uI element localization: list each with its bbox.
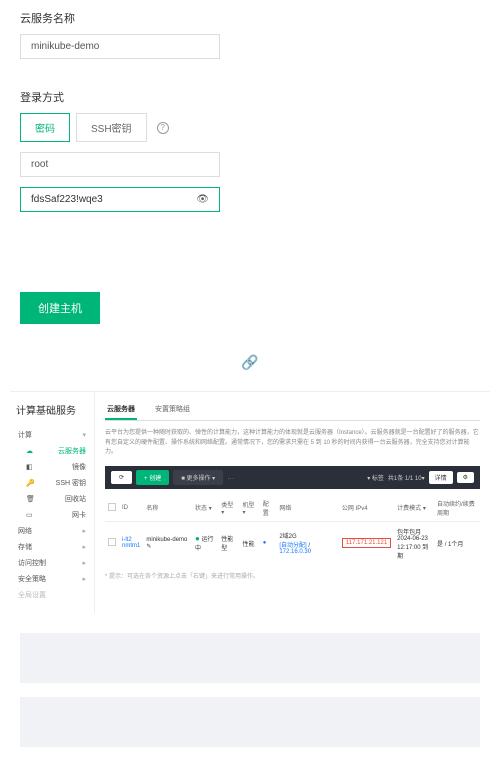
placeholder-block <box>20 697 480 747</box>
settings-icon[interactable]: ⚙ <box>457 472 474 483</box>
tab-cloud-server[interactable]: 云服务器 <box>105 400 137 420</box>
cell-net: 2域2G[自动分配] / 172.16.0.30 <box>276 521 339 565</box>
sidebar-item-server[interactable]: ☁ 云服务器 <box>16 443 88 459</box>
col-name[interactable]: 名称 <box>143 495 192 522</box>
sidebar-item-security[interactable]: 安全策略▸ <box>16 571 88 587</box>
col-id[interactable]: ID <box>119 495 143 522</box>
cell-auto: 是 / 1个月 <box>434 521 480 565</box>
cell-public-ip: 117.171.21.121 <box>339 521 394 565</box>
select-all-checkbox[interactable] <box>108 503 116 511</box>
table-row[interactable]: i-lt2nmtm1 minikube-demo ✎ ● 运行中 性能型 性能 … <box>105 521 480 565</box>
server-table: ID 名称 状态 ▾ 类型 ▾ 机型 ▾ 配置 网络 公网 IPv4 计费模式 … <box>105 495 480 565</box>
sidebar-item-ssh[interactable]: 🔑 SSH 密钥 <box>16 475 88 491</box>
col-model[interactable]: 机型 ▾ <box>240 495 260 522</box>
cell-cfg[interactable]: ● <box>260 521 277 565</box>
refresh-button[interactable]: ⟳ <box>111 471 132 484</box>
cell-status: ● 运行中 <box>192 521 218 565</box>
col-net: 网络 <box>276 495 339 522</box>
login-method-label: 登录方式 <box>20 89 480 105</box>
cell-perf: 性能 <box>240 521 260 565</box>
cell-billing: 包年包月2024-06-2312:17:00 到期 <box>394 521 434 565</box>
sidebar-item-nic[interactable]: ▭ 网卡 <box>16 507 88 523</box>
description-text: 云平台为您提供一种随时获取的、弹性的计算能力，这种计算能力的体现就是云服务器（I… <box>105 429 480 458</box>
sidebar-item-image[interactable]: ◧ 镜像 <box>16 459 88 475</box>
create-host-button[interactable]: 创建主机 <box>20 292 100 324</box>
row-checkbox[interactable] <box>108 538 116 546</box>
password-input[interactable]: fdsSaf223!wqe3 👁 <box>20 187 220 212</box>
more-actions-button[interactable]: ■ 更多操作 ▾ <box>173 470 223 485</box>
sidebar-item-network[interactable]: 网络▸ <box>16 523 88 539</box>
pagination[interactable]: 共1条 1/1 10▾ <box>388 473 425 482</box>
sidebar-item-storage[interactable]: 存储▸ <box>16 539 88 555</box>
sidebar-item-compute[interactable]: 计算▾ <box>16 427 88 443</box>
sidebar-title: 计算基础服务 <box>16 402 88 417</box>
detail-button[interactable]: 详情 <box>429 471 453 484</box>
link-icon: 🔗 <box>0 354 500 371</box>
username-input[interactable]: root <box>20 152 220 177</box>
help-icon[interactable]: ? <box>157 122 169 134</box>
service-name-label: 云服务名称 <box>20 10 480 26</box>
eye-icon[interactable]: 👁 <box>196 194 209 205</box>
table-tip: * 提示：可选在各个资源上点击「右键」来进行常用操作。 <box>105 571 480 580</box>
tab-password[interactable]: 密码 <box>20 113 70 142</box>
cell-type: 性能型 <box>218 521 239 565</box>
tab-ssh-key[interactable]: SSH密钥 <box>76 113 147 142</box>
sidebar-item-recycle[interactable]: 🗑 回收站 <box>16 491 88 507</box>
cell-id[interactable]: i-lt2nmtm1 <box>119 521 143 565</box>
col-bill[interactable]: 计费模式 ▾ <box>394 495 434 522</box>
tab-placement-group[interactable]: 安置策略组 <box>153 400 192 420</box>
sidebar-item-global: 全局设置 <box>16 587 88 603</box>
password-value: fdsSaf223!wqe3 <box>31 194 103 205</box>
col-status[interactable]: 状态 ▾ <box>192 495 218 522</box>
sidebar: 计算基础服务 计算▾ ☁ 云服务器 ◧ 镜像 🔑 SSH 密钥 🗑 回收站 ▭ … <box>10 392 95 613</box>
cell-name: minikube-demo ✎ <box>143 521 192 565</box>
col-type[interactable]: 类型 ▾ <box>218 495 239 522</box>
col-cfg: 配置 <box>260 495 277 522</box>
tag-filter[interactable]: ▾ 标签 <box>367 473 384 482</box>
create-button[interactable]: + 创建 <box>136 470 169 485</box>
service-name-input[interactable]: minikube-demo <box>20 34 220 59</box>
placeholder-block <box>20 633 480 683</box>
col-auto: 自动续约/续费周期 <box>434 495 480 522</box>
toolbar: ⟳ + 创建 ■ 更多操作 ▾ … ▾ 标签 共1条 1/1 10▾ 详情 ⚙ <box>105 466 480 489</box>
sidebar-item-access[interactable]: 访问控制▸ <box>16 555 88 571</box>
col-pub: 公网 IPv4 <box>339 495 394 522</box>
